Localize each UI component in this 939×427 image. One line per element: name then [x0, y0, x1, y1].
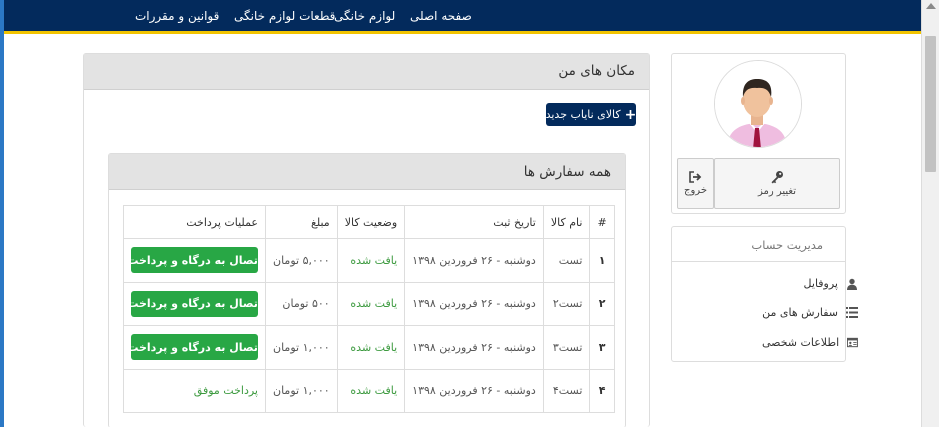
list-icon — [846, 307, 858, 318]
item-status: یافت شده — [336, 325, 406, 370]
menu-item-label: سفارش های من — [762, 306, 838, 319]
menu-item-label: اطلاعات شخصی — [762, 336, 840, 349]
col-header-amount: مبلغ — [265, 205, 338, 239]
nav-item-home-appliances[interactable]: لوازم خانگی — [334, 9, 395, 23]
row-number: ۲ — [589, 281, 615, 326]
item-name: تست — [542, 238, 591, 283]
pay-gateway-button[interactable]: اتصال به درگاه و پرداخت — [127, 334, 262, 361]
sign-out-icon — [688, 171, 701, 183]
order-date: دوشنبه - ۲۶ فروردین ۱۳۹۸ — [404, 281, 544, 326]
vertical-scrollbar[interactable] — [921, 0, 939, 427]
payment-cell: اتصال به درگاه و پرداخت — [123, 281, 266, 326]
item-status: یافت شده — [336, 368, 406, 413]
table-header-row: # نام کالا تاریخ ثبت وضعیت کالا مبلغ عمل… — [123, 205, 615, 239]
col-header-payment: عملیات پرداخت — [123, 205, 266, 239]
menu-item-personal-info[interactable]: اطلاعات شخصی — [762, 336, 858, 349]
table-row: ۳ تست۳ دوشنبه - ۲۶ فروردین ۱۳۹۸ یافت شده… — [123, 325, 615, 370]
payment-cell: اتصال به درگاه و پرداخت — [123, 325, 266, 370]
order-date: دوشنبه - ۲۶ فروردین ۱۳۹۸ — [404, 325, 544, 370]
pay-gateway-button[interactable]: اتصال به درگاه و پرداخت — [127, 247, 262, 274]
menu-item-label: پروفایل — [803, 277, 838, 290]
order-amount: ۱,۰۰۰ تومان — [265, 325, 338, 370]
my-places-panel: مکان های من + کالای نایاب جدید همه سفارش… — [83, 53, 650, 427]
scrollbar-thumb[interactable] — [925, 36, 936, 172]
order-date: دوشنبه - ۲۶ فروردین ۱۳۹۸ — [404, 368, 544, 413]
payment-success-text: پرداخت موفق — [123, 368, 266, 413]
col-header-date: تاریخ ثبت — [404, 205, 544, 239]
nav-item-appliance-parts[interactable]: قطعات لوازم خانگی — [234, 9, 335, 23]
page-title: مکان های من — [558, 63, 635, 79]
logout-label: خروج — [684, 185, 707, 196]
col-header-item-name: نام کالا — [542, 205, 591, 239]
col-header-number: # — [589, 205, 615, 239]
orders-panel-header: همه سفارش ها — [109, 154, 625, 190]
table-row: ۴ تست۴ دوشنبه - ۲۶ فروردین ۱۳۹۸ یافت شده… — [123, 368, 615, 413]
avatar — [714, 60, 802, 148]
new-rare-item-label: کالای نایاب جدید — [545, 108, 621, 121]
account-menu-header: مدیریت حساب — [672, 227, 845, 262]
scroll-up-arrow-icon[interactable] — [926, 3, 936, 9]
change-password-label: تغییر رمز — [757, 186, 797, 197]
pay-gateway-button[interactable]: اتصال به درگاه و پرداخت — [127, 290, 262, 317]
row-number: ۳ — [589, 325, 615, 370]
item-name: تست۳ — [542, 325, 591, 370]
orders-table: # نام کالا تاریخ ثبت وضعیت کالا مبلغ عمل… — [123, 205, 615, 413]
account-menu-title: مدیریت حساب — [751, 238, 823, 252]
change-password-button[interactable]: تغییر رمز — [714, 158, 840, 209]
order-amount: ۱,۰۰۰ تومان — [265, 368, 338, 413]
item-name: تست۴ — [542, 368, 591, 413]
item-status: یافت شده — [336, 281, 406, 326]
order-amount: ۵,۰۰۰ تومان — [265, 238, 338, 283]
order-amount: ۵۰۰ تومان — [265, 281, 338, 326]
user-avatar-image — [715, 61, 801, 147]
key-icon — [771, 171, 783, 184]
menu-item-my-orders[interactable]: سفارش های من — [762, 306, 858, 319]
menu-item-profile[interactable]: پروفایل — [762, 277, 858, 290]
plus-icon: + — [624, 106, 637, 123]
row-number: ۱ — [589, 238, 615, 283]
new-rare-item-button[interactable]: + کالای نایاب جدید — [546, 103, 636, 126]
nav-item-rules[interactable]: قوانین و مقررات — [135, 9, 219, 23]
user-icon — [847, 278, 857, 290]
orders-panel: همه سفارش ها # نام کالا تاریخ ثبت وضعیت … — [108, 153, 626, 427]
table-row: ۱ تست دوشنبه - ۲۶ فروردین ۱۳۹۸ یافت شده … — [123, 238, 615, 283]
item-name: تست۲ — [542, 281, 591, 326]
table-row: ۲ تست۲ دوشنبه - ۲۶ فروردین ۱۳۹۸ یافت شده… — [123, 281, 615, 326]
col-header-status: وضعیت کالا — [336, 205, 406, 239]
nav-item-home[interactable]: صفحه اصلی — [410, 9, 472, 23]
row-number: ۴ — [589, 368, 615, 413]
orders-title: همه سفارش ها — [523, 164, 611, 180]
logout-button[interactable]: خروج — [677, 158, 714, 209]
order-date: دوشنبه - ۲۶ فروردین ۱۳۹۸ — [404, 238, 544, 283]
my-places-panel-header: مکان های من — [84, 54, 649, 90]
item-status: یافت شده — [336, 238, 406, 283]
top-navbar: قوانین و مقررات قطعات لوازم خانگی لوازم … — [4, 0, 921, 34]
id-card-icon — [847, 337, 858, 348]
payment-cell: اتصال به درگاه و پرداخت — [123, 238, 266, 283]
